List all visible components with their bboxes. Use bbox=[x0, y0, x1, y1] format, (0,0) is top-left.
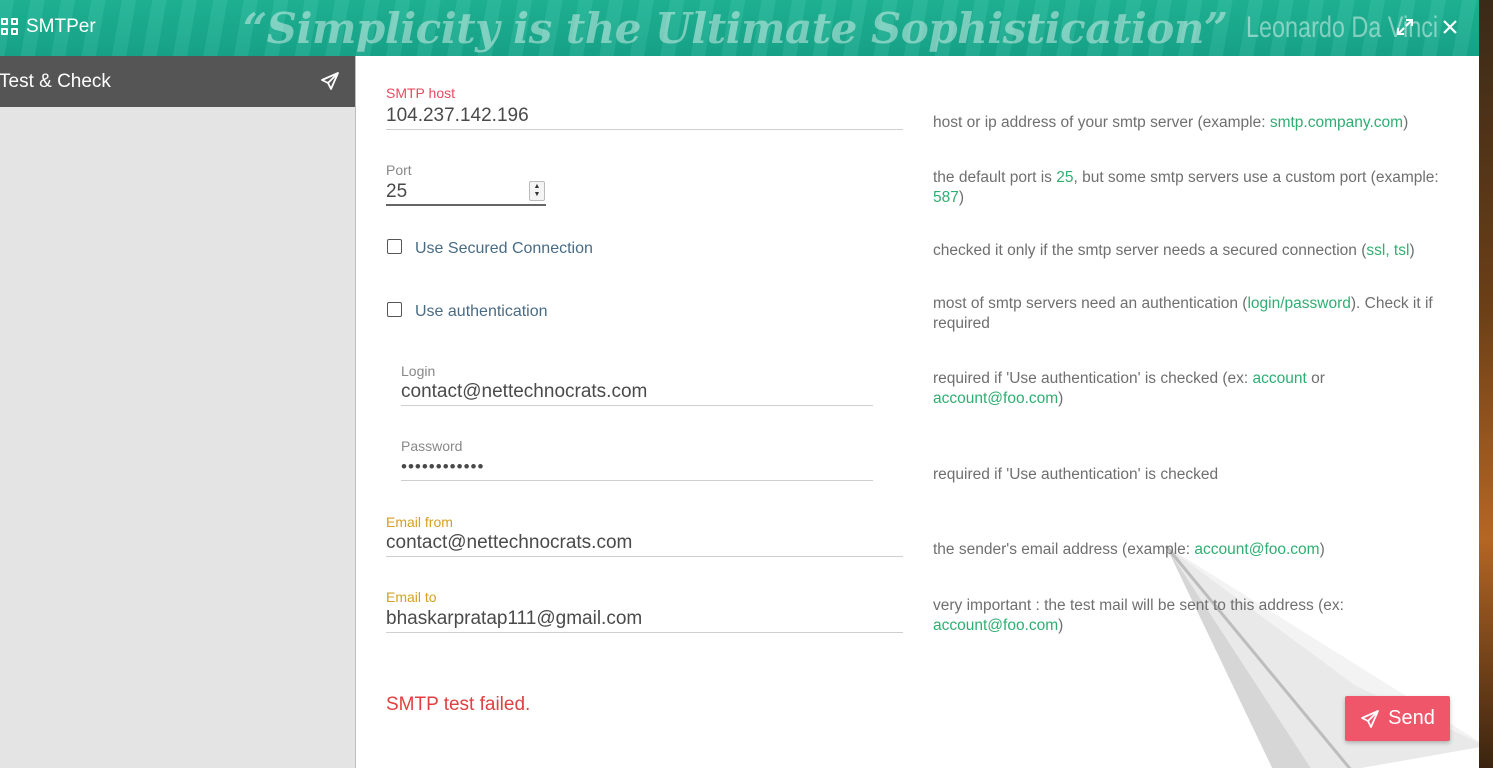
main-panel: SMTP host host or ip address of your smt… bbox=[356, 56, 1479, 768]
close-icon[interactable] bbox=[1437, 14, 1463, 40]
expand-icon[interactable] bbox=[1392, 14, 1418, 40]
app-brand: SMTPer bbox=[0, 14, 96, 40]
help-text: checked it only if the smtp server needs… bbox=[933, 242, 1367, 259]
help-text: ) bbox=[1403, 114, 1409, 131]
login-input[interactable] bbox=[401, 378, 873, 406]
help-text: required if 'Use authentication' is chec… bbox=[933, 466, 1219, 483]
quote-text: “Simplicity is the Ultimate Sophisticati… bbox=[243, 3, 1228, 53]
help-highlight: smtp.company.com bbox=[1269, 114, 1404, 131]
error-message: SMTP test failed. bbox=[386, 694, 531, 715]
password-label: Password bbox=[401, 438, 463, 454]
title-bar: SMTPer “Simplicity is the Ultimate Sophi… bbox=[0, 0, 1493, 56]
help-text: very important : the test mail will be s… bbox=[933, 597, 1344, 614]
help-host: host or ip address of your smtp server (… bbox=[933, 113, 1458, 133]
help-highlight: 25 bbox=[1056, 169, 1074, 186]
sidebar-item-label: Test & Check bbox=[0, 70, 111, 92]
header-quote: “Simplicity is the Ultimate Sophisticati… bbox=[243, 0, 1492, 56]
help-text: ) bbox=[1409, 242, 1415, 259]
help-text: ) bbox=[1058, 617, 1064, 634]
help-text: , but some smtp servers use a custom por… bbox=[1073, 169, 1439, 186]
password-input[interactable] bbox=[401, 453, 873, 481]
help-text: most of smtp servers need an authenticat… bbox=[933, 295, 1248, 312]
secured-connection-label[interactable]: Use Secured Connection bbox=[415, 240, 593, 258]
port-value: 25 bbox=[386, 181, 408, 202]
help-text: ) bbox=[1058, 390, 1064, 407]
secured-connection-checkbox[interactable] bbox=[387, 239, 402, 254]
email-from-label: Email from bbox=[386, 514, 453, 530]
help-text: ) bbox=[1319, 541, 1325, 558]
help-text: the sender's email address (example: bbox=[933, 541, 1195, 558]
send-button[interactable]: Send bbox=[1345, 696, 1450, 741]
send-label: Send bbox=[1388, 707, 1435, 729]
stepper-arrows-icon[interactable]: ▲ ▼ bbox=[529, 181, 545, 201]
smtp-host-label: SMTP host bbox=[386, 85, 455, 101]
authentication-checkbox[interactable] bbox=[387, 302, 402, 317]
send-icon bbox=[321, 72, 339, 90]
help-highlight: ssl, tsl bbox=[1366, 242, 1410, 259]
help-highlight: 587 bbox=[933, 189, 959, 206]
help-text: required if 'Use authentication' is chec… bbox=[933, 370, 1253, 387]
smtp-host-input[interactable] bbox=[386, 102, 903, 130]
help-highlight: login/password bbox=[1247, 295, 1351, 312]
email-from-input[interactable] bbox=[386, 529, 903, 557]
desktop-backdrop bbox=[1479, 0, 1493, 768]
help-to: very important : the test mail will be s… bbox=[933, 596, 1403, 636]
help-highlight: account bbox=[1252, 370, 1307, 387]
app-title: SMTPer bbox=[26, 16, 96, 37]
send-icon bbox=[1361, 709, 1380, 728]
help-login: required if 'Use authentication' is chec… bbox=[933, 369, 1458, 409]
port-stepper[interactable]: 25 ▲ ▼ bbox=[386, 180, 546, 206]
help-highlight: account@foo.com bbox=[1194, 541, 1320, 558]
help-secured: checked it only if the smtp server needs… bbox=[933, 241, 1458, 261]
help-from: the sender's email address (example: acc… bbox=[933, 540, 1458, 560]
help-text: ) bbox=[958, 189, 965, 206]
help-port: the default port is 25, but some smtp se… bbox=[933, 168, 1458, 208]
help-text: the default port is bbox=[933, 169, 1057, 186]
help-auth: most of smtp servers need an authenticat… bbox=[933, 294, 1458, 334]
grid-icon bbox=[1, 18, 19, 36]
sidebar: Test & Check bbox=[0, 56, 356, 768]
help-text: host or ip address of your smtp server (… bbox=[933, 114, 1270, 131]
help-text: or bbox=[1306, 370, 1325, 387]
authentication-label[interactable]: Use authentication bbox=[415, 303, 548, 321]
email-to-input[interactable] bbox=[386, 605, 903, 633]
help-highlight: account@foo.com bbox=[933, 390, 1059, 407]
email-to-label: Email to bbox=[386, 589, 437, 605]
help-highlight: account@foo.com bbox=[933, 617, 1059, 634]
login-label: Login bbox=[401, 363, 436, 379]
sidebar-item-test-check[interactable]: Test & Check bbox=[0, 56, 355, 107]
help-password: required if 'Use authentication' is chec… bbox=[933, 465, 1458, 485]
port-label: Port bbox=[386, 162, 412, 178]
